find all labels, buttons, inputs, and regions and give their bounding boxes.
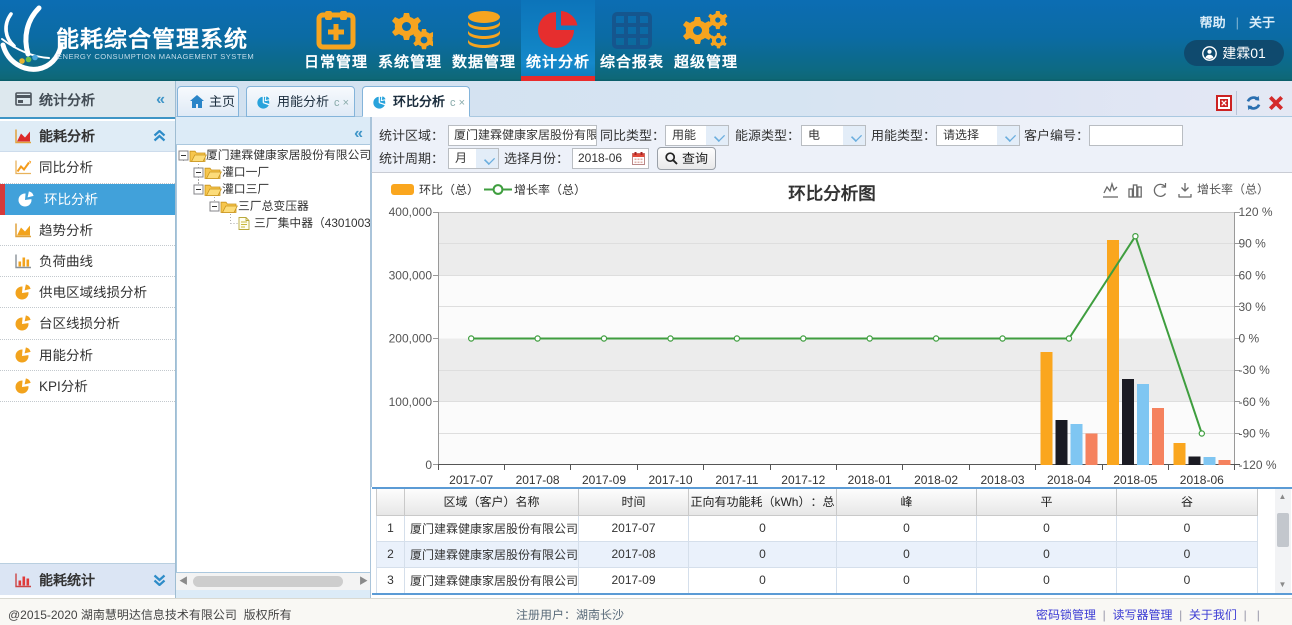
svg-text:120 %: 120 % [1239, 205, 1273, 219]
svg-text:增长率（总）: 增长率（总） [1197, 183, 1269, 197]
svg-text:-120 %: -120 % [1239, 458, 1277, 472]
svg-text:300,000: 300,000 [389, 269, 433, 283]
svg-text:200,000: 200,000 [389, 332, 433, 346]
svg-text:90 %: 90 % [1239, 237, 1267, 251]
svg-text:0: 0 [425, 458, 432, 472]
svg-text:2017-07: 2017-07 [449, 473, 493, 487]
svg-text:2018-05: 2018-05 [1113, 473, 1157, 487]
svg-text:环比分析图: 环比分析图 [788, 184, 876, 204]
svg-text:400,000: 400,000 [389, 205, 433, 219]
svg-text:30 %: 30 % [1239, 300, 1267, 314]
svg-text:100,000: 100,000 [389, 395, 433, 409]
svg-text:2017-08: 2017-08 [516, 473, 560, 487]
svg-text:2018-01: 2018-01 [848, 473, 892, 487]
svg-text:2017-11: 2017-11 [715, 473, 758, 487]
svg-text:环比（总）: 环比（总） [419, 183, 479, 197]
svg-text:-30 %: -30 % [1239, 363, 1271, 377]
svg-text:2018-04: 2018-04 [1047, 473, 1091, 487]
svg-text:增长率（总）: 增长率（总） [514, 183, 586, 197]
svg-text:0 %: 0 % [1239, 332, 1260, 346]
svg-text:-60 %: -60 % [1239, 395, 1271, 409]
svg-text:2018-02: 2018-02 [914, 473, 958, 487]
svg-text:2018-03: 2018-03 [980, 473, 1024, 487]
svg-text:2017-09: 2017-09 [582, 473, 626, 487]
svg-text:-90 %: -90 % [1239, 427, 1271, 441]
svg-text:60 %: 60 % [1239, 269, 1267, 283]
svg-text:2017-10: 2017-10 [648, 473, 692, 487]
svg-text:2017-12: 2017-12 [781, 473, 825, 487]
svg-text:2018-06: 2018-06 [1180, 473, 1224, 487]
